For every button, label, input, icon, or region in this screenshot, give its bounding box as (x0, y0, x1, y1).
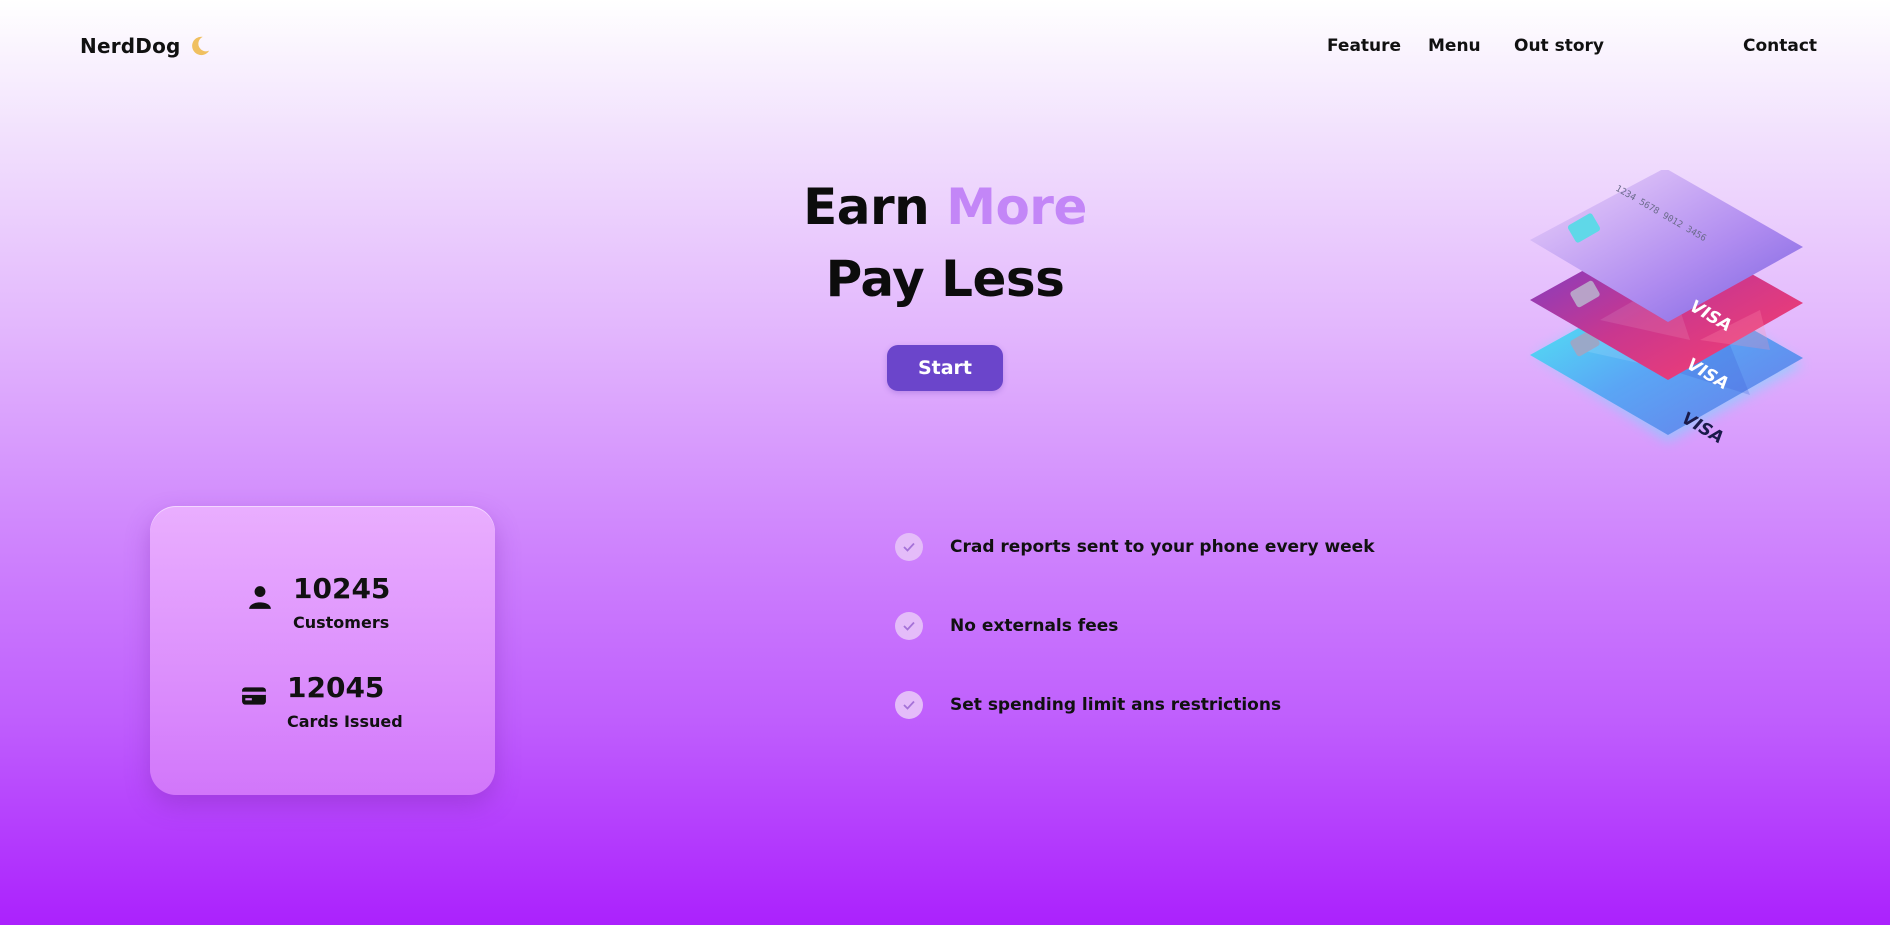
feature-text: Crad reports sent to your phone every we… (950, 537, 1375, 557)
credit-card-icon (242, 687, 266, 705)
feature-text: No externals fees (950, 616, 1119, 636)
feature-item: Set spending limit ans restrictions (895, 691, 1281, 719)
check-icon (895, 612, 923, 640)
nav-contact[interactable]: Contact (1743, 36, 1817, 56)
moon-icon (191, 36, 209, 56)
logo[interactable]: NerdDog (80, 34, 211, 58)
check-icon (895, 691, 923, 719)
nav-menu[interactable]: Menu (1428, 36, 1481, 56)
stat-customers-value: 10245 (293, 572, 391, 605)
check-icon (895, 533, 923, 561)
stat-cards-issued-value: 12045 (287, 671, 385, 704)
logo-text: NerdDog (80, 34, 181, 58)
stats-card: 10245 Customers 12045 Cards Issued (150, 506, 495, 795)
hero-title-word-more: More (946, 178, 1087, 236)
stat-customers: 10245 Customers (247, 572, 391, 632)
stat-cards-issued-label: Cards Issued (287, 711, 403, 731)
credit-cards-illustration: VISA VISA 1234 5678 9012 3456 VISA (1530, 170, 1803, 448)
stat-customers-label: Customers (293, 612, 390, 632)
feature-item: Crad reports sent to your phone every we… (895, 533, 1375, 561)
user-icon (249, 586, 271, 609)
nav-our-story[interactable]: Out story (1514, 36, 1604, 56)
feature-text: Set spending limit ans restrictions (950, 695, 1282, 715)
feature-item: No externals fees (895, 612, 1118, 640)
hero-title-word-earn: Earn (803, 178, 930, 236)
nav-feature[interactable]: Feature (1327, 36, 1401, 56)
stat-cards-issued: 12045 Cards Issued (241, 671, 403, 731)
start-button[interactable]: Start (887, 345, 1003, 391)
